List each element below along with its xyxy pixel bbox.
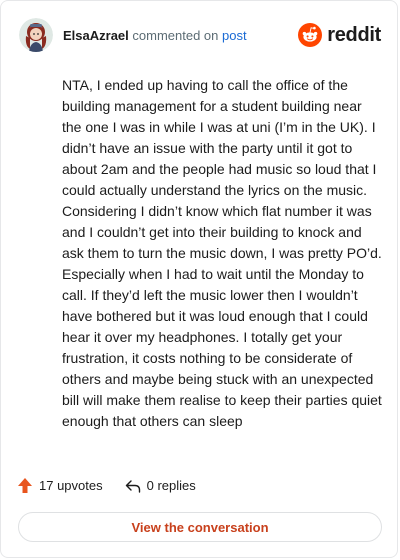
reply-arrow-icon (125, 479, 140, 493)
upvote-count: 17 upvotes (39, 478, 103, 493)
comment-body: NTA, I ended up having to call the offic… (62, 77, 382, 429)
upvote-arrow-icon (18, 478, 32, 493)
comment-header: ElsaAzrael commented on post reddit (19, 17, 381, 53)
embedded-comment-card: ElsaAzrael commented on post reddit NTA,… (0, 0, 398, 558)
replies-button[interactable]: 0 replies (125, 478, 196, 493)
username-link[interactable]: ElsaAzrael (63, 28, 129, 43)
reddit-logo-icon (298, 23, 323, 47)
avatar[interactable] (19, 18, 53, 52)
upvote-button[interactable]: 17 upvotes (17, 477, 103, 494)
post-link[interactable]: post (222, 28, 247, 43)
reddit-wordmark: reddit (327, 23, 381, 46)
view-conversation-button[interactable]: View the conversation (18, 512, 382, 542)
reddit-logo[interactable]: reddit (298, 23, 381, 47)
comment-byline: ElsaAzrael commented on post (63, 28, 247, 43)
comment-actions: 17 upvotes 0 replies (17, 477, 196, 494)
reply-count: 0 replies (146, 478, 196, 493)
byline-action-text: commented on (132, 27, 219, 43)
